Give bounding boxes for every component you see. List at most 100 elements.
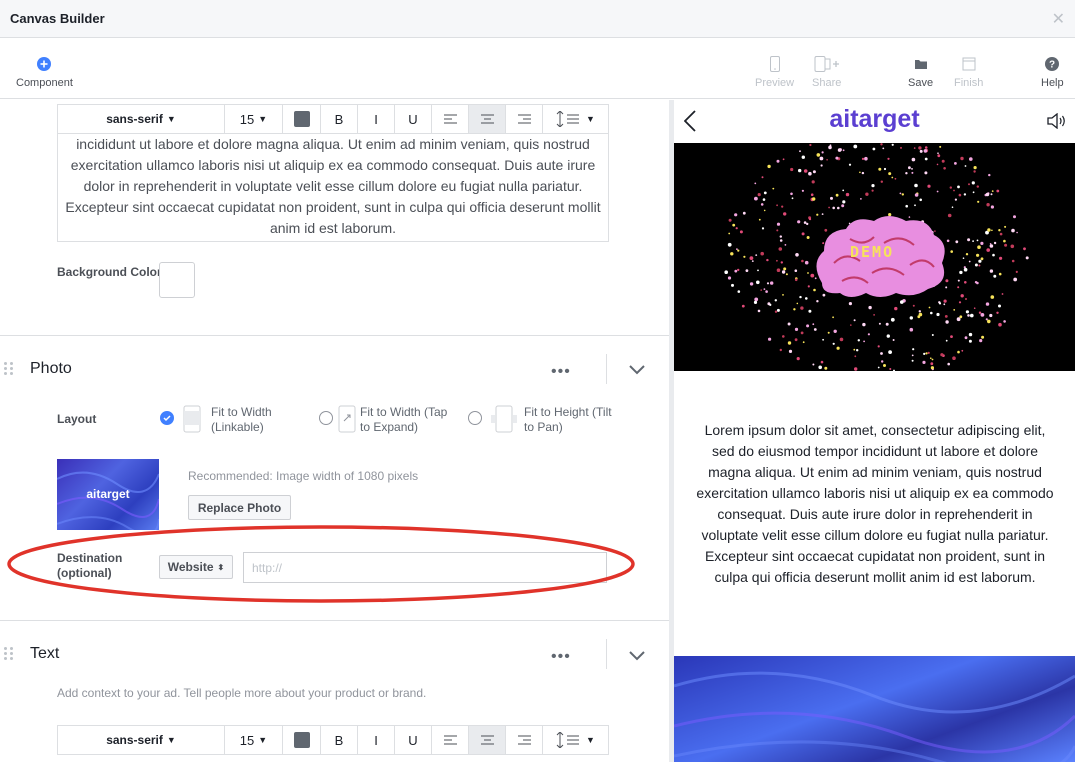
particle-dot <box>912 348 915 351</box>
save-button[interactable]: Save <box>908 55 933 89</box>
particle-dot <box>918 312 923 317</box>
particle-dot <box>987 228 991 232</box>
color-swatch-icon <box>293 732 310 748</box>
particle-dot <box>1003 320 1006 323</box>
particle-dot <box>808 309 812 313</box>
particle-dot <box>914 183 918 188</box>
background-color-swatch[interactable] <box>159 262 195 298</box>
share-button[interactable]: Share <box>812 55 841 89</box>
particle-dot <box>782 158 785 161</box>
particle-dot <box>999 256 1003 260</box>
particle-dot <box>980 313 985 317</box>
align-left-button[interactable] <box>432 105 469 133</box>
particle-dot <box>894 306 898 311</box>
underline-button[interactable]: U <box>395 726 432 754</box>
particle-dot <box>877 345 880 348</box>
particle-dot <box>991 190 994 192</box>
particle-dot <box>918 146 922 150</box>
particle-dot <box>779 348 782 352</box>
particle-dot <box>803 221 807 224</box>
particle-dot <box>749 282 754 286</box>
particle-dot <box>990 193 993 196</box>
particle-dot <box>804 260 809 265</box>
component-button[interactable]: Component <box>16 55 73 89</box>
chevron-down-icon[interactable] <box>629 365 645 375</box>
line-height-button[interactable]: ▼ <box>543 726 608 754</box>
particle-dot <box>800 331 804 335</box>
finish-button[interactable]: Finish <box>954 55 983 89</box>
photo-thumbnail: aitarget <box>57 459 159 530</box>
particle-dot <box>963 267 968 272</box>
particle-dot <box>832 316 834 319</box>
particle-dot <box>951 206 954 208</box>
replace-photo-button[interactable]: Replace Photo <box>188 495 291 520</box>
particle-dot <box>969 157 973 161</box>
layout-radio-fit-width-expand[interactable] <box>319 411 333 425</box>
particle-dot <box>957 350 960 354</box>
particle-dot <box>911 157 916 162</box>
font-family-select[interactable]: sans-serif ▼ <box>58 105 225 133</box>
particle-dot <box>892 339 895 341</box>
close-icon[interactable]: ✕ <box>1052 9 1065 29</box>
particle-dot <box>927 184 931 188</box>
particle-dot <box>760 289 762 291</box>
particle-dot <box>762 198 766 201</box>
particle-dot <box>800 306 804 310</box>
align-right-button[interactable] <box>506 726 543 754</box>
particle-dot <box>739 230 743 234</box>
drag-handle-icon[interactable] <box>4 362 14 376</box>
font-family-select[interactable]: sans-serif ▼ <box>58 726 225 754</box>
text-color-button[interactable] <box>283 105 321 133</box>
text-color-button[interactable] <box>283 726 321 754</box>
speaker-icon[interactable] <box>1047 113 1067 129</box>
layout-radio-fit-height-tilt[interactable] <box>468 411 482 425</box>
particle-dot <box>965 310 969 314</box>
help-button[interactable]: ? Help <box>1041 55 1064 89</box>
italic-button[interactable]: I <box>358 726 395 754</box>
particle-dot <box>794 269 798 272</box>
particle-dot <box>862 322 866 327</box>
particle-dot <box>939 145 942 148</box>
bold-button[interactable]: B <box>321 105 358 133</box>
font-size-select[interactable]: 15 ▼ <box>225 105 283 133</box>
line-height-button[interactable]: ▼ <box>543 105 608 133</box>
particle-dot <box>954 198 957 201</box>
more-options-icon[interactable]: ••• <box>551 648 571 666</box>
particle-dot <box>794 338 798 342</box>
preview-button[interactable]: Preview <box>755 55 794 89</box>
particle-dot <box>881 360 884 363</box>
align-right-button[interactable] <box>506 105 543 133</box>
drag-handle-icon[interactable] <box>4 647 14 661</box>
layout-option-2-label: Fit to Width (Tap to Expand) <box>360 405 448 434</box>
font-size-select[interactable]: 15 ▼ <box>225 726 283 754</box>
particle-dot <box>751 260 754 262</box>
particle-dot <box>947 362 950 366</box>
particle-dot <box>839 337 844 342</box>
bold-button[interactable]: B <box>321 726 358 754</box>
particle-dot <box>753 300 758 304</box>
align-center-button[interactable] <box>469 105 506 133</box>
particle-dot <box>743 255 746 258</box>
more-options-icon[interactable]: ••• <box>551 363 571 381</box>
particle-dot <box>885 322 889 326</box>
particle-dot <box>754 196 758 201</box>
particle-dot <box>883 364 886 367</box>
particle-dot <box>878 322 881 325</box>
underline-button[interactable]: U <box>395 105 432 133</box>
phone-tap-expand-icon <box>338 405 356 433</box>
particle-dot <box>1004 225 1007 228</box>
particle-dot <box>790 192 793 196</box>
particle-dot <box>801 189 804 192</box>
align-center-button[interactable] <box>469 726 506 754</box>
italic-button[interactable]: I <box>358 105 395 133</box>
particle-dot <box>760 203 764 206</box>
particle-dot <box>914 204 916 207</box>
particle-dot <box>727 242 732 247</box>
layout-radio-fit-width-linkable[interactable] <box>160 411 174 425</box>
particle-dot <box>812 363 815 366</box>
header-separator <box>606 639 607 669</box>
chevron-down-icon[interactable] <box>629 651 645 661</box>
align-left-button[interactable] <box>432 726 469 754</box>
color-swatch-icon <box>293 111 310 127</box>
text-body-editor[interactable]: incididunt ut labore et dolore magna ali… <box>57 134 609 242</box>
